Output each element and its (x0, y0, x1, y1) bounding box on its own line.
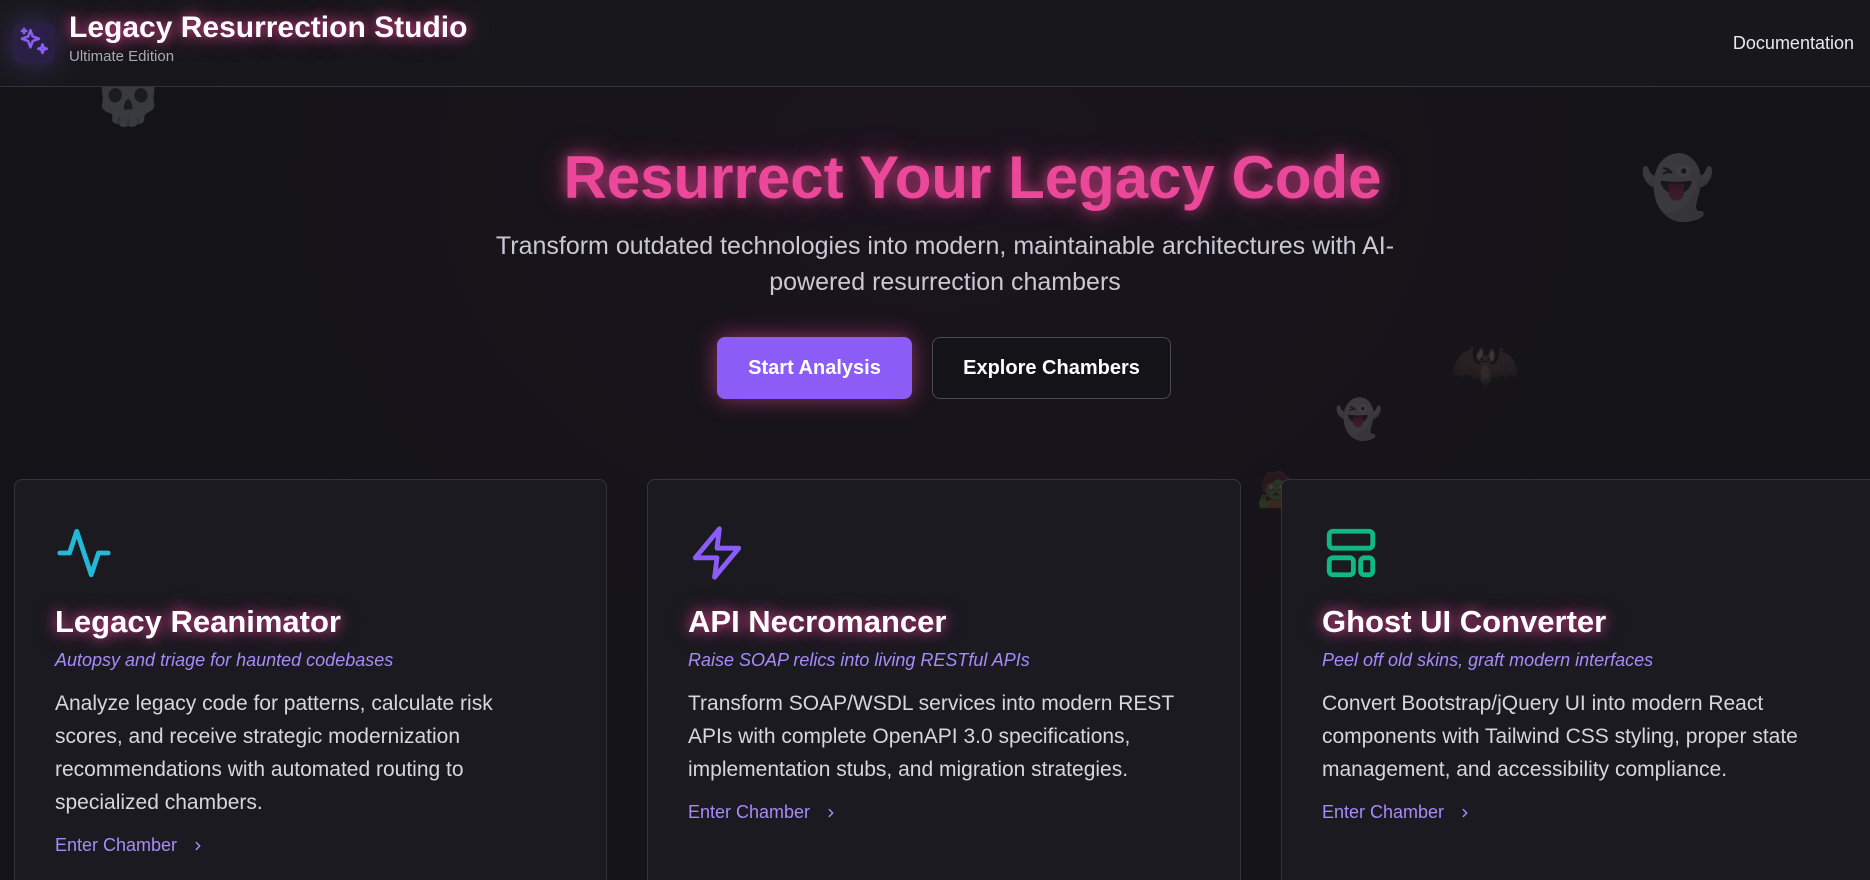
hero-buttons: Start Analysis Explore Chambers (717, 337, 1171, 399)
chevron-right-icon (824, 806, 838, 820)
explore-chambers-button[interactable]: Explore Chambers (932, 337, 1171, 399)
card-tagline: Autopsy and triage for haunted codebases (55, 650, 394, 670)
enter-chamber-link[interactable]: Enter Chamber (55, 835, 205, 856)
card-title: Ghost UI Converter (1322, 604, 1607, 639)
app-title: Legacy Resurrection Studio (69, 11, 468, 44)
layout-icon (1322, 524, 1840, 582)
card-title: Legacy Reanimator (55, 604, 341, 639)
chamber-card-api-necromancer: API Necromancer Raise SOAP relics into l… (647, 479, 1241, 880)
card-tagline: Raise SOAP relics into living RESTful AP… (688, 650, 1030, 670)
activity-icon (55, 524, 566, 582)
chamber-card-legacy-reanimator: Legacy Reanimator Autopsy and triage for… (14, 479, 607, 880)
card-description: Transform SOAP/WSDL services into modern… (688, 692, 1174, 781)
enter-chamber-label: Enter Chamber (688, 802, 811, 822)
start-analysis-button[interactable]: Start Analysis (717, 337, 912, 399)
app-header: Legacy Resurrection Studio Ultimate Edit… (0, 0, 1870, 87)
chevron-right-icon (1458, 806, 1472, 820)
brand[interactable]: Legacy Resurrection Studio Ultimate Edit… (0, 11, 467, 65)
card-tagline: Peel off old skins, graft modern interfa… (1322, 650, 1654, 670)
enter-chamber-label: Enter Chamber (1322, 802, 1445, 822)
hero-title: Resurrect Your Legacy Code (563, 144, 1382, 211)
app-subtitle: Ultimate Edition (69, 48, 175, 65)
enter-chamber-link[interactable]: Enter Chamber (688, 802, 838, 823)
small-ghost-decoration-icon: 👻 (1335, 399, 1383, 441)
nav-documentation-link[interactable]: Documentation (1733, 33, 1870, 54)
enter-chamber-link[interactable]: Enter Chamber (1322, 802, 1472, 823)
sparkles-icon (14, 23, 54, 63)
chamber-card-ghost-ui-converter: Ghost UI Converter Peel off old skins, g… (1281, 479, 1870, 880)
enter-chamber-label: Enter Chamber (55, 835, 178, 855)
lightning-icon (688, 524, 1200, 582)
card-description: Analyze legacy code for patterns, calcul… (55, 692, 493, 814)
chevron-right-icon (191, 839, 205, 853)
hero-section: Resurrect Your Legacy Code Transform out… (0, 140, 1870, 399)
card-description: Convert Bootstrap/jQuery UI into modern … (1322, 692, 1798, 781)
card-title: API Necromancer (688, 604, 947, 639)
bat-decoration-icon: 🦇 (1450, 333, 1520, 396)
hero-subtitle: Transform outdated technologies into mod… (495, 232, 1395, 296)
